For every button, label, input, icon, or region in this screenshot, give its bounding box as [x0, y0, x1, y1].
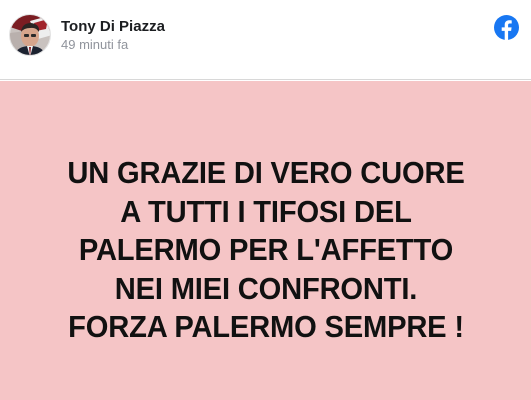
- post-header: Tony Di Piazza 49 minuti fa: [0, 0, 531, 80]
- facebook-logo-icon[interactable]: [494, 15, 519, 40]
- author-name[interactable]: Tony Di Piazza: [61, 18, 165, 35]
- facebook-post-card: Tony Di Piazza 49 minuti fa UN GRAZIE DI…: [0, 0, 531, 400]
- message-line: A TUTTI I TIFOSI DEL: [119, 193, 412, 229]
- message-line: PALERMO PER L'AFFETTO: [78, 232, 453, 268]
- message-line: FORZA PALERMO SEMPRE !: [67, 309, 464, 345]
- author-avatar[interactable]: [9, 14, 51, 56]
- message-line: UN GRAZIE DI VERO CUORE: [66, 155, 465, 191]
- message-line: NEI MIEI CONFRONTI.: [114, 270, 417, 306]
- post-content-background: UN GRAZIE DI VERO CUORE A TUTTI I TIFOSI…: [0, 81, 531, 400]
- post-timestamp[interactable]: 49 minuti fa: [61, 37, 128, 52]
- post-message-text: UN GRAZIE DI VERO CUORE A TUTTI I TIFOSI…: [21, 154, 510, 347]
- profile-photo-icon: [10, 15, 50, 55]
- facebook-f-icon: [494, 15, 519, 40]
